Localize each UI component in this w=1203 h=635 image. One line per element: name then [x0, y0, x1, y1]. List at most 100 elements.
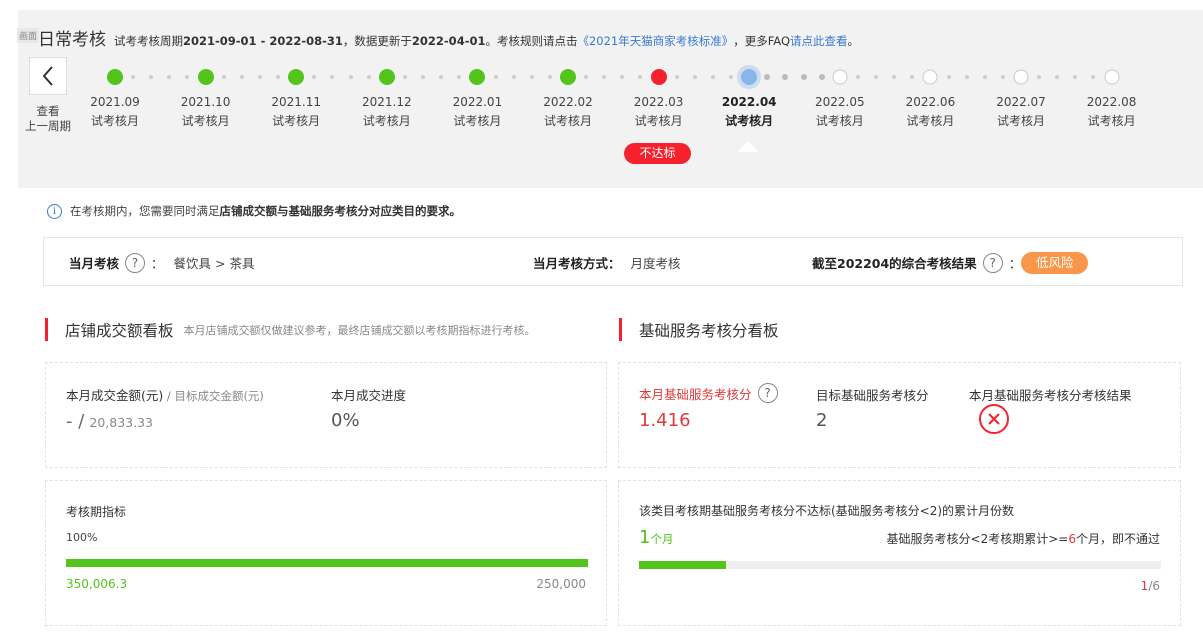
timeline-month-label: 试考核月	[725, 114, 774, 128]
timeline-separator-dot	[366, 75, 371, 79]
timeline-month-label: 试考核月	[815, 114, 864, 128]
help-icon[interactable]: ?	[982, 252, 1003, 273]
faq-link[interactable]: 请点此查看	[790, 33, 848, 49]
amount-label-row: 本月成交金额(元) / 目标成交金额(元)	[66, 385, 264, 404]
timeline-separator-dot	[782, 74, 789, 80]
timeline-separator-dot	[221, 75, 226, 79]
notice: i 在考核期内，您需要同时满足 店铺成交额与基础服务考核分对应类目的要求。	[47, 203, 461, 219]
timeline-month[interactable]: 2021.11 试考核月	[256, 93, 336, 131]
timeline-month-date: 2022.07	[996, 95, 1046, 109]
timeline-separator-dot	[330, 75, 335, 79]
help-icon[interactable]: ?	[757, 383, 778, 403]
target-score-label: 目标基础服务考核分	[816, 388, 929, 403]
timeline-month-label: 试考核月	[543, 114, 592, 128]
timeline-dot-future[interactable]	[1104, 69, 1120, 85]
score-label: 本月基础服务考核分	[639, 386, 752, 402]
sales-progress-label: 本月成交进度	[331, 388, 407, 403]
timeline-month-date: 2021.12	[361, 95, 412, 109]
prev-label-line1: 查看	[36, 104, 60, 118]
help-icon[interactable]: ?	[125, 252, 146, 273]
service-board-title: 基础服务考核分看板	[639, 321, 779, 340]
fail-count-row: 1个月	[639, 527, 673, 548]
ratio-text: 1/6	[1141, 579, 1160, 593]
notice-text: 在考核期内，您需要同时满足	[70, 204, 220, 218]
timeline-month-date: 2022.06	[905, 95, 956, 109]
timeline-separator-dot	[855, 75, 860, 79]
timeline-separator-dot	[239, 75, 244, 79]
amount-value: - /	[66, 411, 85, 432]
timeline-month-date: 2021.10	[180, 95, 231, 109]
timeline-separator-dot	[818, 74, 825, 80]
summary-method: 当月考核方式： 月度考核	[533, 238, 681, 287]
timeline-month[interactable]: 2022.02 试考核月	[528, 93, 608, 131]
timeline-separator-dot	[1073, 75, 1078, 79]
summary-bar: 当月考核 ? ： 餐饮具 > 茶具 当月考核方式： 月度考核 截至202204的…	[43, 237, 1183, 286]
method-label: 当月考核方式：	[533, 256, 621, 271]
timeline-dot-future[interactable]	[922, 69, 938, 85]
timeline-separator-dot	[620, 75, 625, 79]
timeline-separator-dot	[312, 75, 317, 79]
timeline-separator-dot	[1000, 75, 1005, 79]
timeline-month[interactable]: 2022.04 试考核月	[709, 93, 789, 131]
timeline-month-date: 2021.09	[90, 95, 140, 109]
score-value: 1.416	[639, 410, 691, 431]
result-colon: ：	[1008, 256, 1022, 271]
timeline-separator-dot	[547, 75, 552, 79]
method-value: 月度考核	[630, 256, 681, 271]
timeline-month-date: 2022.08	[1086, 95, 1137, 109]
timeline-dot-pass[interactable]	[107, 69, 123, 85]
timeline-month[interactable]: 2022.01 试考核月	[437, 93, 517, 131]
period-progress-bar	[66, 559, 588, 567]
timeline-month[interactable]: 2021.12 试考核月	[347, 93, 427, 131]
timeline-month-date: 2022.05	[814, 95, 865, 109]
timeline-month[interactable]: 2022.07 试考核月	[981, 93, 1061, 131]
timeline-month-label: 试考核月	[634, 114, 683, 128]
rules-link[interactable]: 《2021年天猫商家考核标准》	[577, 33, 733, 49]
timeline-dot-pass[interactable]	[197, 69, 214, 85]
prev-cycle-button[interactable]	[29, 57, 67, 95]
timeline-month[interactable]: 2022.08 试考核月	[1072, 93, 1152, 131]
timeline-separator-dot	[257, 75, 262, 79]
timeline-month[interactable]: 2022.06 试考核月	[890, 93, 970, 131]
timeline-dot-pass[interactable]	[288, 69, 305, 85]
updated-date: 2022-04-01	[411, 34, 486, 48]
prev-label-line2: 上一周期	[25, 119, 71, 133]
timeline-dot-pass[interactable]	[378, 69, 395, 85]
timeline-separator-dot	[800, 74, 807, 80]
timeline-dot-future[interactable]	[1013, 69, 1029, 85]
timeline-month[interactable]: 2022.05 试考核月	[800, 93, 880, 131]
timeline-month[interactable]: 2021.09 试考核月	[75, 93, 155, 131]
timeline-separator-dot	[402, 75, 407, 79]
timeline-separator-dot	[692, 75, 697, 79]
timeline-separator-dot	[439, 75, 444, 79]
risk-badge: 低风险	[1021, 251, 1089, 274]
summary-result: 截至202204的综合考核结果 ? ： 低风险	[812, 238, 1089, 287]
timeline-month-label: 试考核月	[272, 114, 321, 128]
timeline-dot-fail[interactable]	[650, 69, 667, 85]
summary-assess: 当月考核 ? ： 餐饮具 > 茶具	[69, 238, 254, 287]
timeline-dot-future[interactable]	[832, 69, 848, 85]
timeline-dot-current[interactable]	[741, 69, 758, 85]
result-label: 截至202204的综合考核结果	[812, 256, 977, 271]
timeline-month[interactable]: 2022.03 试考核月	[619, 93, 699, 131]
timeline-separator-dot	[511, 75, 516, 79]
corner-tag: 画面	[17, 28, 40, 43]
prev-cycle-label[interactable]: 查看 上一周期	[20, 104, 76, 134]
rule-text: 基础服务考核分<2考核期累计>=6个月，即不通过	[887, 530, 1160, 547]
target-amount-label: / 目标成交金额(元)	[163, 389, 264, 403]
chevron-left-icon	[42, 66, 53, 86]
timeline-separator-dot	[457, 75, 462, 79]
timeline-separator-dot	[729, 75, 734, 79]
period-range: 2021-09-01 - 2022-08-31	[183, 34, 343, 48]
timeline-dot-pass[interactable]	[469, 69, 486, 85]
rule-suffix: 个月，即不通过	[1075, 532, 1160, 546]
timeline-separator-dot	[710, 75, 715, 79]
amount-value-row: - / 20,833.33	[66, 411, 153, 432]
fail-badge: 不达标	[624, 143, 691, 164]
current-month-caret	[737, 141, 759, 152]
timeline-separator-dot	[131, 75, 136, 79]
timeline-dot-pass[interactable]	[560, 69, 576, 85]
fail-x-icon	[979, 404, 1009, 434]
timeline-month[interactable]: 2021.10 试考核月	[166, 93, 246, 131]
timeline-month-date: 2022.03	[633, 95, 684, 109]
